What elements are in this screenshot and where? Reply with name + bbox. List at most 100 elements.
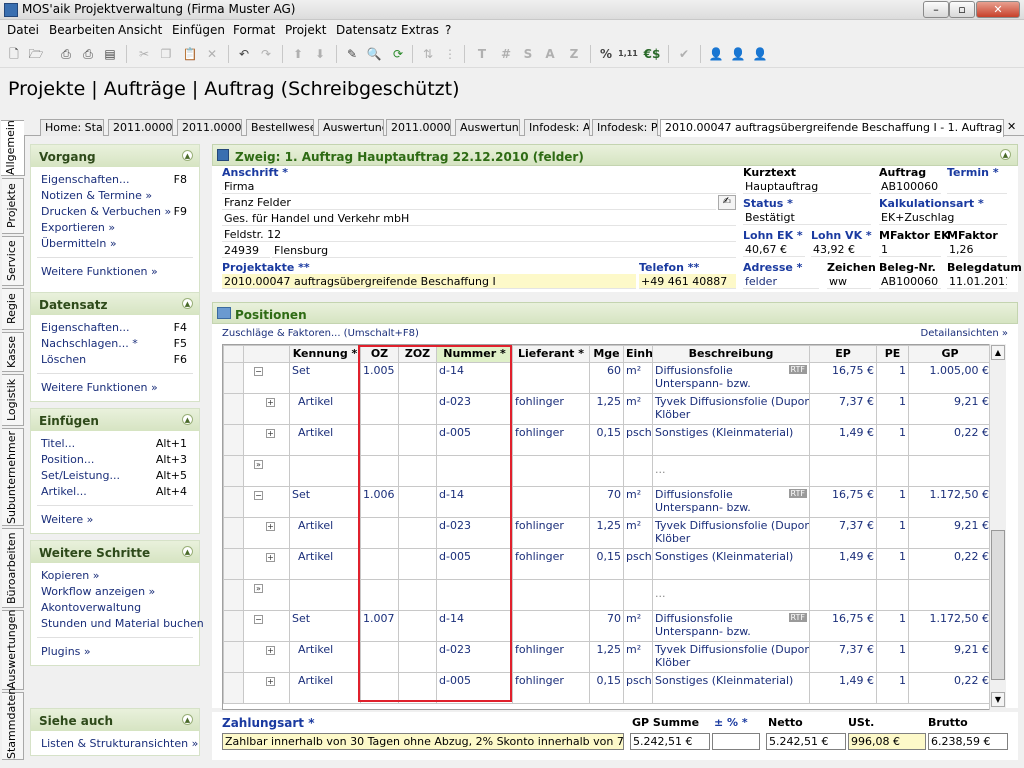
link-loeschen[interactable]: Löschen xyxy=(41,353,86,366)
doc-tab[interactable]: Bestellweser xyxy=(246,119,314,136)
cell-pe[interactable]: 1 xyxy=(876,672,909,704)
plz-field[interactable]: 24939 xyxy=(222,243,270,258)
link-weitere-funktionen[interactable]: Weitere Funktionen » xyxy=(41,265,158,278)
cell-kennung[interactable] xyxy=(289,455,361,487)
cell-kennung[interactable]: Artikel xyxy=(289,548,361,580)
undo-icon[interactable]: ↶ xyxy=(234,44,254,64)
tree-toggle-icon[interactable]: + xyxy=(243,393,290,425)
text-z-icon[interactable]: Z xyxy=(564,44,584,64)
scroll-thumb[interactable] xyxy=(991,530,1005,680)
row-selector[interactable] xyxy=(223,517,244,549)
cell-gp[interactable]: 9,21 € xyxy=(908,393,989,425)
link-exportieren[interactable]: Exportieren » xyxy=(41,221,115,234)
user-blue-icon[interactable]: 👤 xyxy=(706,44,726,64)
link-weitere-funktionen[interactable]: Weitere Funktionen » xyxy=(41,381,158,394)
row-selector[interactable] xyxy=(223,424,244,456)
tab-subunternehmer[interactable]: Subunternehmer xyxy=(2,428,24,526)
row-selector[interactable] xyxy=(223,393,244,425)
table-row[interactable]: − Set 1.005 d-14 60 m² RTF Diffusionsfolie Unter… xyxy=(223,362,989,394)
collapse-icon[interactable]: − xyxy=(254,615,263,624)
refresh-icon[interactable]: ⟳ xyxy=(388,44,408,64)
link-kopieren[interactable]: Kopieren » xyxy=(41,569,99,582)
status-field[interactable]: Bestätigt xyxy=(743,210,871,225)
cell-lieferant[interactable] xyxy=(512,362,590,394)
print-preview-icon[interactable]: ⎙ xyxy=(56,44,76,64)
link-eigenschaften[interactable]: Eigenschaften... xyxy=(41,173,129,186)
scroll-up-icon[interactable]: ▲ xyxy=(991,345,1005,360)
tab-regie[interactable]: Regie xyxy=(2,288,24,330)
link-listen-strukturansichten[interactable]: Listen & Strukturansichten » xyxy=(41,737,198,750)
cell-ep[interactable]: 16,75 € xyxy=(809,486,877,518)
cell-lieferant[interactable] xyxy=(512,486,590,518)
cell-mge[interactable] xyxy=(589,455,624,487)
copy-icon[interactable]: ❐ xyxy=(156,44,176,64)
table-row[interactable]: + Artikel d-005 fohlinger 0,15 psch Sonstiges … xyxy=(223,672,989,704)
cell-pe[interactable]: 1 xyxy=(876,362,909,394)
cell-ep[interactable] xyxy=(809,455,877,487)
tab-allgemein[interactable]: Allgemein xyxy=(1,120,25,176)
cell-kennung[interactable]: Set xyxy=(289,486,361,518)
cell-mge[interactable]: 1,25 xyxy=(589,641,624,673)
print-setup-icon[interactable]: ▤ xyxy=(100,44,120,64)
row-selector[interactable] xyxy=(223,641,244,673)
cell-mge[interactable]: 1,25 xyxy=(589,517,624,549)
cell-lieferant[interactable]: fohlinger xyxy=(512,424,590,456)
cell-mge[interactable]: 60 xyxy=(589,362,624,394)
expand-icon[interactable]: + xyxy=(266,398,275,407)
cell-kennung[interactable]: Artikel xyxy=(289,517,361,549)
tab-auswertungen[interactable]: Auswertungen xyxy=(2,610,24,690)
column-header-einh[interactable]: Einh xyxy=(623,345,653,363)
cell-mge[interactable]: 0,15 xyxy=(589,424,624,456)
collapse-icon[interactable]: ▲ xyxy=(1000,149,1011,160)
ort-field[interactable]: Flensburg xyxy=(272,243,736,258)
link-titel[interactable]: Titel... xyxy=(41,437,75,450)
cell-beschreibung[interactable]: RTF Diffusionsfolie Unterspann- bzw. xyxy=(652,362,810,394)
cell-einh[interactable]: m² xyxy=(623,486,653,518)
column-header-gp[interactable]: GP xyxy=(908,345,989,363)
menu-ansicht[interactable]: Ansicht xyxy=(118,23,162,37)
cell-mge[interactable]: 1,25 xyxy=(589,393,624,425)
table-row[interactable]: + Artikel d-023 fohlinger 1,25 m² Tyvek Diffus… xyxy=(223,393,989,425)
adresse-field[interactable]: felder xyxy=(743,274,819,289)
collapse-icon[interactable]: ▲ xyxy=(182,714,193,725)
column-header-select[interactable] xyxy=(223,345,244,363)
column-header-tree[interactable] xyxy=(243,345,290,363)
cell-lieferant[interactable] xyxy=(512,455,590,487)
cell-gp[interactable]: 1.172,50 € xyxy=(908,610,989,642)
expand-icon[interactable]: + xyxy=(266,646,275,655)
cell-ep[interactable]: 7,37 € xyxy=(809,393,877,425)
zuschlaege-link[interactable]: Zuschläge & Faktoren... (Umschalt+F8) xyxy=(222,328,419,339)
cell-pe[interactable]: 1 xyxy=(876,610,909,642)
cell-kennung[interactable]: Set xyxy=(289,362,361,394)
doc-tab[interactable]: 2011.00001 xyxy=(386,119,451,136)
percent-icon[interactable]: % xyxy=(596,44,616,64)
paste-icon[interactable]: 📋 xyxy=(180,44,200,64)
cell-ep[interactable]: 7,37 € xyxy=(809,641,877,673)
doc-tab[interactable]: 2011.00005 xyxy=(108,119,173,136)
row-selector[interactable] xyxy=(223,610,244,642)
zahlungsart-field[interactable]: Zahlbar innerhalb von 30 Tagen ohne Abzu… xyxy=(222,733,624,750)
collapse-icon[interactable]: ▲ xyxy=(182,298,193,309)
cell-beschreibung[interactable]: ... xyxy=(652,579,810,611)
menu-datei[interactable]: Datei xyxy=(7,23,39,37)
link-akontoverwaltung[interactable]: Akontoverwaltung xyxy=(41,601,141,614)
text-t-icon[interactable]: T xyxy=(472,44,492,64)
tree-toggle-icon[interactable]: » xyxy=(243,455,290,487)
table-row[interactable]: + Artikel d-005 fohlinger 0,15 psch Sonstiges … xyxy=(223,424,989,456)
tab-kasse[interactable]: Kasse xyxy=(2,332,24,372)
row-selector[interactable] xyxy=(223,455,244,487)
doc-tab[interactable]: 2011.00003 xyxy=(177,119,242,136)
cell-kennung[interactable]: Artikel xyxy=(289,393,361,425)
maximize-button[interactable]: ▫ xyxy=(949,1,975,18)
expand-icon[interactable]: + xyxy=(266,429,275,438)
menu-einfuegen[interactable]: Einfügen xyxy=(172,23,225,37)
doc-tab[interactable]: Infodesk: Al xyxy=(524,119,590,136)
text-hash-icon[interactable]: # xyxy=(496,44,516,64)
cell-ep[interactable]: 1,49 € xyxy=(809,424,877,456)
minimize-button[interactable]: – xyxy=(923,1,949,18)
cut-icon[interactable]: ✂ xyxy=(134,44,154,64)
expand-icon[interactable]: + xyxy=(266,553,275,562)
link-nachschlagen[interactable]: Nachschlagen... * xyxy=(41,337,138,350)
cell-mge[interactable]: 0,15 xyxy=(589,548,624,580)
cell-ep[interactable]: 16,75 € xyxy=(809,610,877,642)
